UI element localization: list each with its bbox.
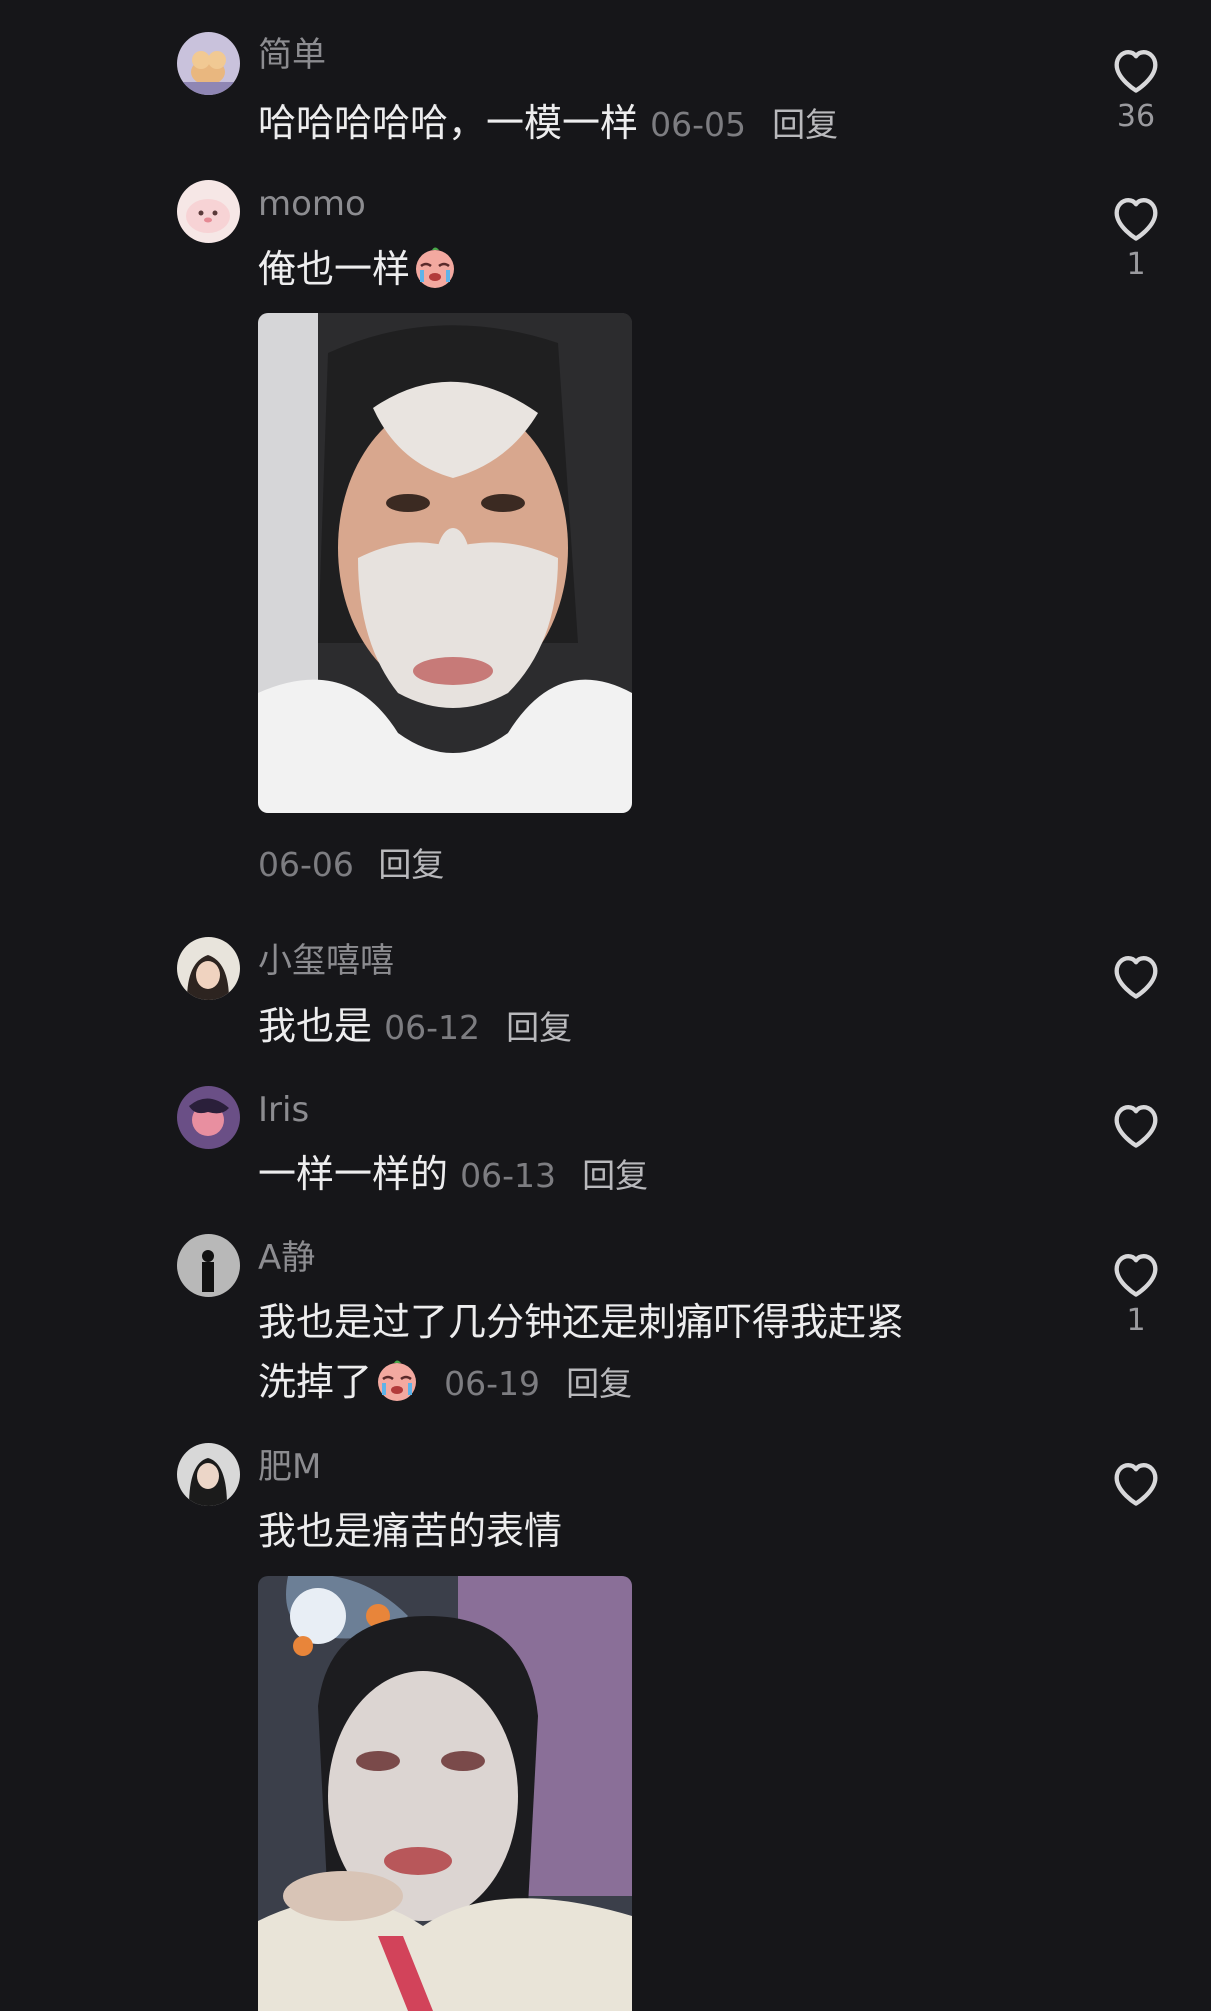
comment-text: 一样一样的 06-13 回复 [258,1145,648,1205]
reply-button[interactable]: 回复 [378,845,444,884]
reply-button[interactable]: 回复 [582,1156,648,1195]
crying-face-emoji [374,1357,420,1419]
crying-face-emoji [412,244,458,306]
heart-outline-icon [1114,1105,1158,1148]
comment-content: 我也是 [258,1004,373,1048]
like-button[interactable] [1105,1457,1167,1507]
comment-date: 06-05 [650,105,746,144]
comment-date: 06-12 [384,1008,480,1047]
like-count: 36 [1116,99,1156,134]
username[interactable]: 肥M [258,1445,321,1489]
comment-content: 一样一样的 [258,1152,449,1196]
comment-text: 我也是痛苦的表情 [258,1502,562,1560]
comment-image[interactable] [258,313,632,813]
comment-image[interactable] [258,1576,632,2011]
like-count: 1 [1126,247,1146,282]
like-button[interactable]: 36 [1105,44,1167,136]
comment-text: 俺也一样 [258,240,458,306]
comment-text: 我也是过了几分钟还是刺痛吓得我赶紧 [258,1293,904,1351]
heart-outline-icon [1114,1254,1158,1297]
like-button[interactable] [1105,950,1167,1004]
avatar[interactable] [177,32,240,95]
comment-text: 我也是 06-12 回复 [258,997,572,1057]
avatar[interactable] [177,1234,240,1297]
comment-content: 洗掉了 [258,1360,373,1404]
reply-button[interactable]: 回复 [566,1364,632,1403]
avatar[interactable] [177,937,240,1000]
avatar[interactable] [177,1086,240,1149]
comment-content: 哈哈哈哈哈，一模一样 [258,101,639,145]
avatar[interactable] [177,1443,240,1506]
username[interactable]: Iris [258,1088,309,1132]
comment-content: 我也是痛苦的表情 [258,1509,563,1553]
heart-outline-icon [1114,1463,1158,1506]
heart-outline-icon [1114,956,1158,999]
username[interactable]: A静 [258,1236,315,1280]
like-button[interactable]: 1 [1105,192,1167,284]
comment-text: 哈哈哈哈哈，一模一样 06-05 回复 [258,94,838,154]
like-button[interactable]: 1 [1105,1248,1167,1340]
avatar[interactable] [177,180,240,243]
comment-content: 俺也一样 [258,247,411,291]
comment-date: 06-19 [444,1364,540,1403]
username[interactable]: 小玺嘻嘻 [258,939,394,983]
like-button[interactable] [1105,1099,1167,1153]
comment-date: 06-06 [258,845,354,884]
reply-button[interactable]: 回复 [506,1008,572,1047]
comment-text: 洗掉了 06-19 回复 [258,1353,632,1419]
reply-button[interactable]: 回复 [772,105,838,144]
comment-content: 我也是过了几分钟还是刺痛吓得我赶紧 [258,1300,905,1344]
username[interactable]: momo [258,182,366,226]
heart-outline-icon [1114,198,1158,241]
username[interactable]: 简单 [258,33,326,77]
like-count: 1 [1126,1303,1146,1338]
comment-date: 06-13 [460,1156,556,1195]
comment-meta: 06-06 回复 [258,843,444,887]
heart-outline-icon [1114,50,1158,93]
